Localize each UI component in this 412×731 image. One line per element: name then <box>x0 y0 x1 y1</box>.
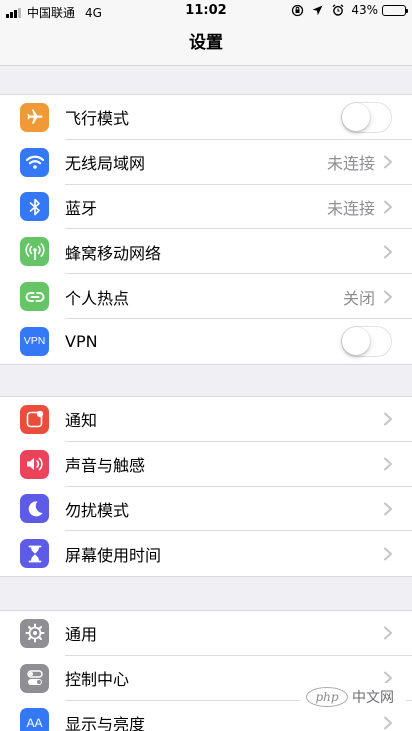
settings-row-label: 蜂窝移动网络 <box>65 243 162 263</box>
status-right: 43% <box>285 3 408 17</box>
chevron-right-icon <box>384 626 392 640</box>
settings-row-personal-hotspot[interactable]: 个人热点 关闭 <box>0 274 412 319</box>
settings-row-label: 勿扰模式 <box>65 500 130 520</box>
page-title: 设置 <box>189 33 223 53</box>
hotspot-link-icon <box>20 282 49 312</box>
hotspot-status-value: 关闭 <box>342 288 375 308</box>
settings-row-label: 无线局域网 <box>65 154 146 174</box>
status-bar: 中国联通 4G 11:02 43% <box>0 0 412 22</box>
airplane-icon <box>20 102 49 132</box>
settings-row-label: 通用 <box>65 625 98 645</box>
settings-row-screen-time[interactable]: 屏幕使用时间 <box>0 531 412 576</box>
chevron-right-icon <box>384 155 392 169</box>
hourglass-icon <box>20 539 49 569</box>
settings-group-general: 通用 控制中心 AA 显示与亮度 <box>0 610 412 731</box>
bluetooth-icon <box>20 192 49 222</box>
settings-row-label: VPN <box>65 331 98 351</box>
chevron-right-icon <box>384 200 392 214</box>
settings-row-label: 飞行模式 <box>65 109 130 129</box>
settings-row-do-not-disturb[interactable]: 勿扰模式 <box>0 487 412 532</box>
settings-row-sounds-haptics[interactable]: 声音与触感 <box>0 442 412 487</box>
settings-row-wifi[interactable]: 无线局域网 未连接 <box>0 140 412 185</box>
moon-icon <box>20 494 49 524</box>
cellular-antenna-icon <box>20 237 49 267</box>
wifi-status-value: 未连接 <box>326 154 375 174</box>
chevron-right-icon <box>384 502 392 516</box>
alarm-clock-icon <box>330 3 345 17</box>
settings-row-vpn[interactable]: VPN VPN <box>0 319 412 364</box>
text-size-icon: AA <box>20 708 49 731</box>
speaker-icon <box>20 449 49 479</box>
control-center-toggles-icon <box>20 663 49 693</box>
bluetooth-status-value: 未连接 <box>326 198 375 218</box>
watermark-logo: php <box>306 687 348 707</box>
settings-row-bluetooth[interactable]: 蓝牙 未连接 <box>0 185 412 230</box>
gear-icon <box>20 618 49 648</box>
chevron-right-icon <box>384 457 392 471</box>
battery-icon <box>382 4 408 16</box>
settings-row-label: 蓝牙 <box>65 198 98 218</box>
chevron-right-icon <box>384 412 392 426</box>
toggle-knob <box>342 326 370 355</box>
settings-row-airplane-mode[interactable]: 飞行模式 <box>0 95 412 140</box>
site-watermark: php 中文网 <box>300 683 406 711</box>
settings-group-connectivity: 飞行模式 无线局域网 未连接 蓝牙 未连接 蜂窝移动网络 个人热点 关闭 VPN… <box>0 94 412 365</box>
chevron-right-icon <box>384 547 392 561</box>
watermark-text: 中文网 <box>352 690 394 706</box>
settings-row-cellular[interactable]: 蜂窝移动网络 <box>0 229 412 275</box>
chevron-right-icon <box>384 290 392 304</box>
nav-bar: 设置 <box>0 22 412 66</box>
settings-row-label: 显示与亮度 <box>65 714 146 731</box>
settings-row-label: 声音与触感 <box>65 456 146 476</box>
toggle-knob <box>342 102 370 131</box>
battery-percent: 43% <box>351 3 378 17</box>
settings-row-label: 个人热点 <box>65 288 130 308</box>
chevron-right-icon <box>384 716 392 730</box>
location-arrow-icon <box>310 3 325 17</box>
notifications-icon <box>20 404 49 434</box>
vpn-toggle[interactable] <box>341 325 392 357</box>
vpn-icon: VPN <box>20 326 49 356</box>
settings-row-notifications[interactable]: 通知 <box>0 397 412 442</box>
settings-row-label: 控制中心 <box>65 670 130 690</box>
settings-row-label: 屏幕使用时间 <box>65 545 162 565</box>
airplane-mode-toggle[interactable] <box>341 101 392 133</box>
wifi-icon <box>20 147 49 177</box>
chevron-right-icon <box>384 245 392 259</box>
settings-row-general[interactable]: 通用 <box>0 611 412 656</box>
settings-group-notifications: 通知 声音与触感 勿扰模式 屏幕使用时间 <box>0 396 412 578</box>
settings-row-label: 通知 <box>65 411 98 431</box>
orientation-lock-icon <box>290 3 305 17</box>
